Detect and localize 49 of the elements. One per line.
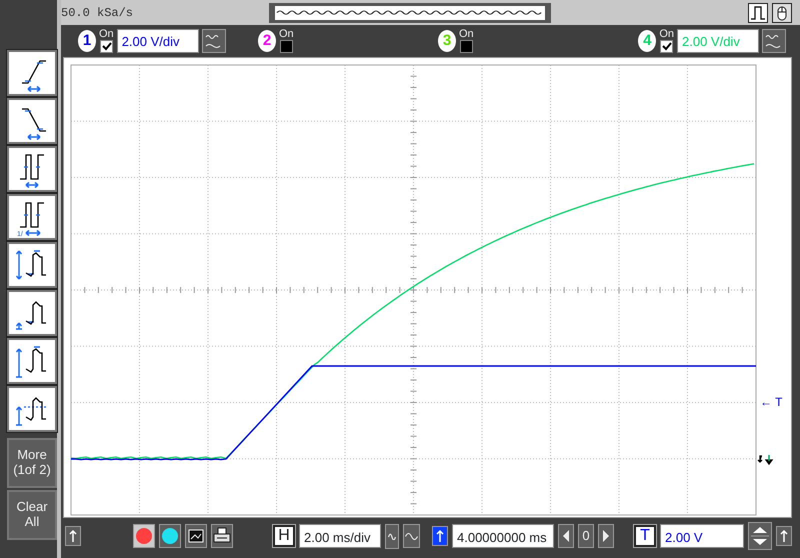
- scroll-up-button[interactable]: [432, 526, 448, 546]
- up-arrow-icon: [433, 527, 447, 545]
- trigger-level-marker: ← T: [760, 395, 782, 409]
- average-level-button[interactable]: [7, 386, 57, 432]
- horizontal-label: H: [273, 525, 295, 547]
- rise-time-button[interactable]: [7, 50, 57, 96]
- wave-icon: [388, 532, 396, 540]
- more-button[interactable]: More (1of 2): [7, 438, 57, 488]
- coupling-button[interactable]: [762, 29, 786, 53]
- overlay-button[interactable]: [159, 524, 181, 548]
- circle-icon: [160, 525, 180, 547]
- on-checkbox[interactable]: [100, 40, 113, 53]
- on-label: On: [659, 29, 674, 40]
- on-label: On: [279, 29, 294, 40]
- fall-time-button[interactable]: [7, 98, 57, 144]
- on-label: On: [99, 29, 114, 40]
- base-level-button[interactable]: [7, 290, 57, 336]
- up-down-spinner[interactable]: [748, 522, 772, 550]
- amplitude-button[interactable]: [7, 242, 57, 288]
- coupling-button[interactable]: [202, 29, 226, 53]
- screenshot-button[interactable]: [185, 524, 207, 548]
- sweep-mode-button[interactable]: [385, 524, 399, 548]
- wave-mode-button[interactable]: [403, 524, 420, 548]
- clear-all-button[interactable]: Clear All: [7, 490, 57, 540]
- print-button[interactable]: [211, 524, 233, 548]
- trigger-label: T: [634, 525, 656, 547]
- step-button[interactable]: 0: [578, 524, 594, 548]
- channel-number[interactable]: 1: [78, 30, 96, 52]
- pulse-mode-icon[interactable]: [748, 2, 768, 22]
- on-label: On: [459, 29, 474, 40]
- on-checkbox[interactable]: [460, 40, 473, 53]
- mouse-icon[interactable]: [772, 2, 792, 22]
- volts-per-div-field[interactable]: 2.00 V/div: [116, 29, 199, 53]
- wave-icon: [405, 532, 418, 540]
- right-arrow-button[interactable]: [598, 524, 614, 548]
- trigger-arrow-icon: [757, 455, 773, 466]
- delay-field[interactable]: 4.00000000 ms: [452, 524, 554, 548]
- on-checkbox[interactable]: [280, 40, 293, 53]
- trigger-level-field[interactable]: 2.00 V: [660, 524, 744, 548]
- circle-icon: [134, 525, 154, 547]
- channel-number[interactable]: 2: [258, 30, 276, 52]
- sample-rate: 50.0 kSa/s: [61, 4, 134, 22]
- pulse-width-button[interactable]: [7, 146, 57, 192]
- scroll-up-button[interactable]: [776, 526, 792, 546]
- time-per-div-field[interactable]: 2.00 ms/div: [299, 524, 381, 548]
- scroll-up-button[interactable]: [65, 526, 81, 546]
- on-checkbox[interactable]: [660, 40, 674, 53]
- left-arrow-button[interactable]: [558, 524, 574, 548]
- top-level-button[interactable]: [7, 338, 57, 384]
